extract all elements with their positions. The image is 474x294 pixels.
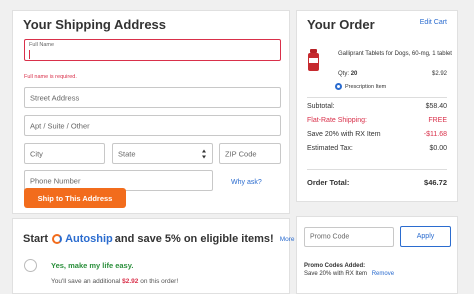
product-price: $2.92: [431, 71, 447, 77]
shipping-address-card: Your Shipping Address Full Name Full nam…: [12, 10, 290, 214]
applied-promo-label: Save 20% with RX Item: [304, 271, 368, 277]
autoship-card: Start Autoship and save 5% on eligible i…: [12, 218, 307, 294]
summary-label: Flat-Rate Shipping:: [307, 117, 367, 124]
product-quantity: Qty: 20: [338, 71, 357, 77]
phone-number-placeholder: Phone Number: [30, 176, 81, 185]
promo-code-placeholder: Promo Code: [310, 233, 350, 241]
select-arrows-icon: [201, 149, 207, 158]
autoship-brand: Autoship: [65, 233, 113, 245]
prescription-badge: Prescription Item: [335, 83, 386, 90]
summary-row-rx-discount: Save 20% with RX Item -$11.68: [307, 131, 447, 138]
apt-suite-field[interactable]: Apt / Suite / Other: [24, 115, 281, 136]
summary-value: $58.40: [425, 103, 447, 110]
summary-value: $0.00: [429, 145, 447, 152]
qty-label: Qty:: [338, 71, 350, 77]
promo-codes-added-title: Promo Codes Added:: [304, 263, 366, 269]
qty-value: 20: [350, 71, 358, 77]
autoship-logo-icon: [52, 234, 63, 244]
full-name-label: Full Name: [29, 42, 55, 48]
product-name: Galliprant Tablets for Dogs, 60-mg, 1 ta…: [338, 51, 452, 57]
order-total-row: Order Total: $46.72: [307, 178, 447, 187]
order-total-value: $46.72: [424, 178, 447, 187]
street-address-placeholder: Street Address: [30, 93, 80, 102]
full-name-error: Full name is required.: [24, 74, 77, 80]
divider: [307, 169, 447, 170]
summary-label: Save 20% with RX Item: [307, 131, 381, 138]
summary-value: -$11.68: [423, 131, 447, 138]
savings-prefix: You'll save an additional: [51, 278, 121, 285]
why-ask-link[interactable]: Why ask?: [231, 179, 262, 186]
savings-amount: $2.92: [122, 278, 139, 285]
edit-cart-link[interactable]: Edit Cart: [420, 19, 447, 26]
remove-promo-link[interactable]: Remove: [372, 271, 394, 277]
ship-to-address-button[interactable]: Ship to This Address: [24, 188, 126, 208]
apt-suite-placeholder: Apt / Suite / Other: [30, 121, 90, 130]
pill-bottle-icon: [308, 49, 319, 71]
order-title: Your Order: [307, 17, 375, 32]
city-placeholder: City: [30, 149, 43, 158]
summary-label: Estimated Tax:: [307, 145, 353, 152]
autoship-radio[interactable]: [24, 259, 37, 272]
full-name-field[interactable]: Full Name: [24, 39, 281, 61]
zip-code-placeholder: ZIP Code: [225, 149, 257, 158]
autoship-heading: Start Autoship and save 5% on eligible i…: [23, 233, 307, 245]
promo-code-input[interactable]: Promo Code: [304, 227, 394, 247]
savings-suffix: on this order!: [140, 278, 179, 285]
order-summary-card: Your Order Edit Cart Galliprant Tablets …: [296, 10, 458, 202]
street-address-field[interactable]: Street Address: [24, 87, 281, 108]
zip-code-field[interactable]: ZIP Code: [219, 143, 281, 164]
summary-row-shipping: Flat-Rate Shipping: FREE: [307, 117, 447, 124]
state-placeholder: State: [118, 149, 136, 158]
promo-code-card: Promo Code Apply Promo Codes Added: Save…: [296, 216, 458, 294]
summary-value: FREE: [428, 117, 447, 124]
apply-promo-button[interactable]: Apply: [400, 226, 451, 247]
autoship-offer: and save 5% on eligible items!: [114, 233, 274, 245]
prescription-label: Prescription Item: [345, 83, 387, 90]
summary-row-subtotal: Subtotal: $58.40: [307, 103, 447, 110]
autoship-prefix: Start: [23, 233, 49, 245]
summary-label: Subtotal:: [307, 103, 335, 110]
text-cursor: [29, 50, 30, 59]
divider: [307, 97, 447, 98]
autoship-option-label[interactable]: Yes, make my life easy.: [51, 261, 133, 270]
prescription-icon: [335, 83, 342, 90]
summary-row-tax: Estimated Tax: $0.00: [307, 145, 447, 152]
order-total-label: Order Total:: [307, 178, 350, 187]
city-field[interactable]: City: [24, 143, 105, 164]
state-select[interactable]: State: [112, 143, 213, 164]
shipping-title: Your Shipping Address: [23, 17, 167, 32]
autoship-savings: You'll save an additional $2.92 on this …: [51, 278, 178, 285]
applied-promo-code: Save 20% with RX Item Remove: [304, 271, 394, 277]
